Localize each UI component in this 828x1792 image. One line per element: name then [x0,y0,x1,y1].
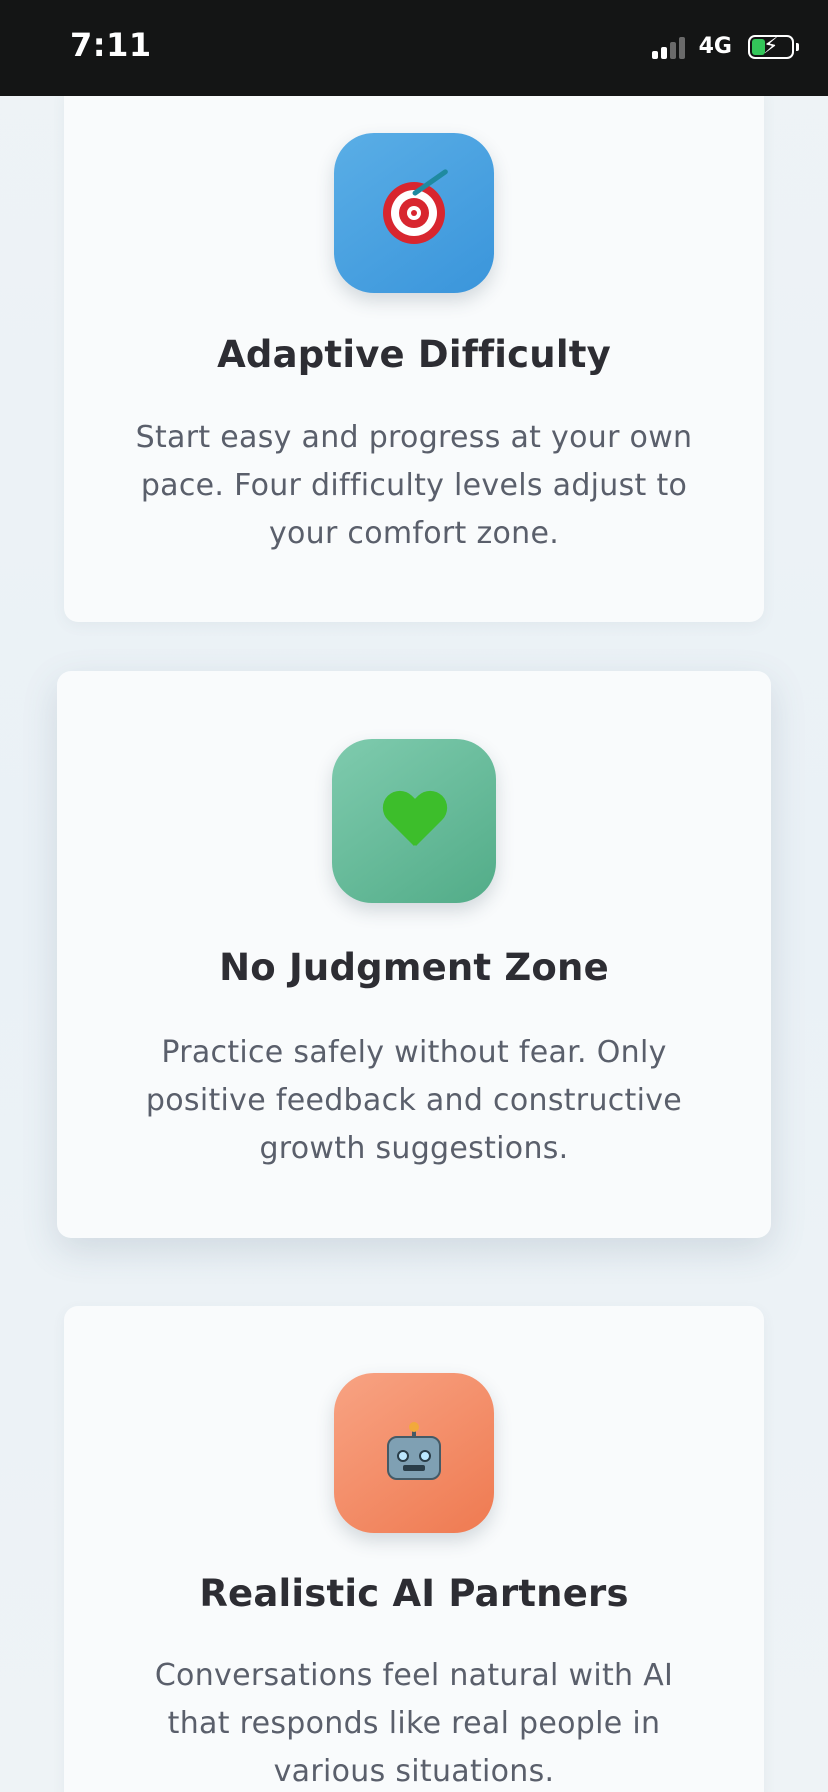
feature-description: Start easy and progress at your own pace… [135,420,693,551]
status-time: 7:11 [70,26,152,64]
feature-title: Realistic AI Partners [199,1572,629,1615]
robot-icon [383,1422,445,1484]
feature-description: Conversations feel natural with AI that … [154,1658,674,1789]
network-label: 4G [698,34,732,59]
signal-icon [651,35,685,59]
feature-description: Practice safely without fear. Only posit… [145,1035,683,1166]
battery-icon: ⚡ [748,34,799,59]
feature-card-no-judgment-zone: No Judgment Zone Practice safely without… [57,671,771,1238]
feature-icon-tile [334,1373,494,1533]
feature-title: No Judgment Zone [219,946,609,989]
feature-card-realistic-ai-partners: Realistic AI Partners Conversations feel… [64,1306,764,1792]
feature-card-adaptive-difficulty: Adaptive Difficulty Start easy and progr… [64,90,764,622]
status-bar: 7:11 4G ⚡ [0,0,828,96]
green-heart-icon [382,792,446,850]
target-icon [383,168,449,244]
feature-title: Adaptive Difficulty [217,333,611,376]
feature-icon-tile [334,133,494,293]
feature-icon-tile [332,739,496,903]
status-indicators: 4G ⚡ [651,34,799,59]
